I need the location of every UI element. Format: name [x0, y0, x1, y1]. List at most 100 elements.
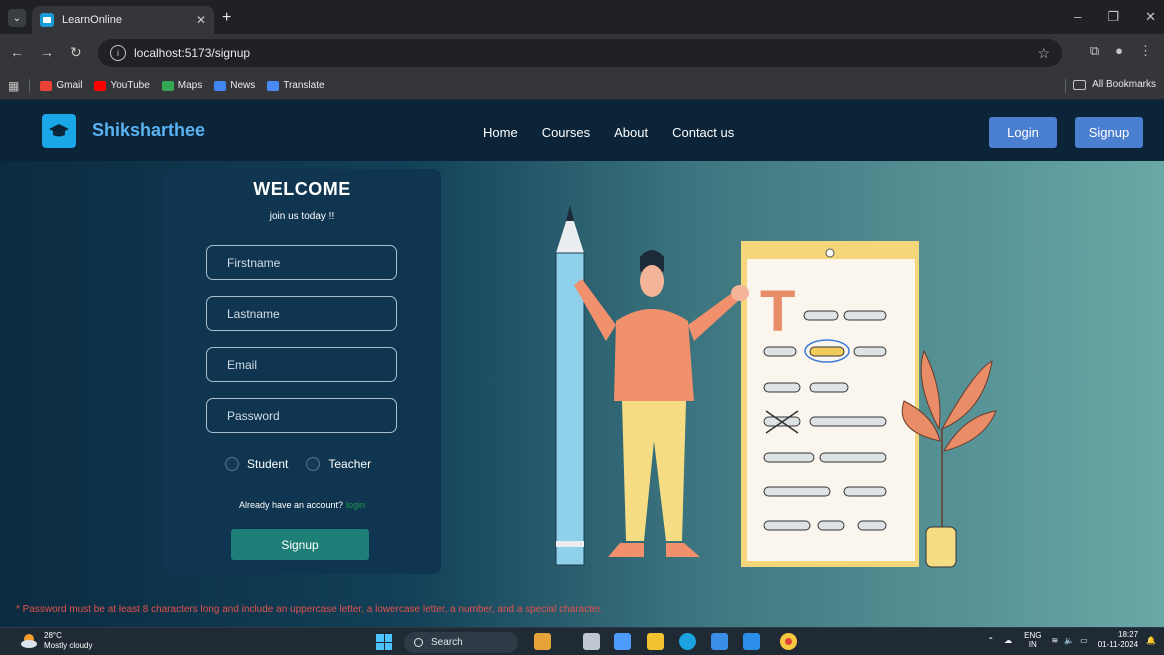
translate-icon	[267, 80, 280, 91]
new-tab-icon[interactable]: +	[222, 9, 231, 27]
menu-icon[interactable]: ⋮	[1139, 43, 1152, 59]
person-pants	[622, 401, 686, 541]
student-label[interactable]: Student	[247, 457, 288, 471]
minimize-icon[interactable]: –	[1074, 9, 1081, 25]
board-line	[809, 416, 887, 427]
bookmark-translate[interactable]: Translate	[267, 80, 325, 91]
vscode-icon[interactable]	[743, 633, 760, 650]
email-field[interactable]	[206, 347, 397, 382]
divider	[1065, 79, 1066, 93]
role-selector: Student Teacher	[225, 457, 389, 471]
extensions-icon[interactable]: ⧉	[1090, 43, 1099, 59]
board-line	[763, 486, 831, 497]
youtube-icon	[94, 80, 107, 91]
site-info-icon[interactable]: i	[110, 45, 126, 61]
folder-icon	[1073, 79, 1087, 90]
signup-page: Shiksharthee Home Courses About Contact …	[0, 101, 1164, 627]
teacher-label[interactable]: Teacher	[328, 457, 371, 471]
bookmark-star-icon[interactable]: ☆	[1037, 45, 1050, 62]
firstname-field[interactable]	[206, 245, 397, 280]
edge-icon[interactable]	[679, 633, 696, 650]
lastname-field[interactable]	[206, 296, 397, 331]
weather-widget[interactable]: 28°C Mostly cloudy	[20, 631, 92, 651]
store-icon[interactable]	[711, 633, 728, 650]
bookmarks-bar: ▦ Gmail YouTube Maps News Translate All …	[0, 72, 1164, 100]
nav-about[interactable]: About	[614, 125, 648, 140]
wifi-icon[interactable]: ≋	[1051, 636, 1058, 645]
task-view-icon[interactable]	[583, 633, 600, 650]
site-navbar: Shiksharthee Home Courses About Contact …	[0, 101, 1164, 161]
board-line	[763, 520, 811, 531]
bookmark-maps[interactable]: Maps	[161, 80, 202, 91]
pencil-lead	[566, 205, 574, 221]
login-link[interactable]: login	[346, 500, 365, 510]
file-explorer-icon[interactable]	[647, 633, 664, 650]
copilot-icon[interactable]	[614, 633, 631, 650]
taskbar-search[interactable]: Search	[404, 632, 518, 653]
browser-tab[interactable]: LearnOnline ✕	[32, 6, 214, 34]
clock[interactable]: 18:27 01-11-2024	[1098, 630, 1138, 650]
board-line	[843, 310, 887, 321]
volume-icon[interactable]: 🔈	[1064, 636, 1074, 645]
board-line-highlight	[809, 346, 845, 357]
widgets-app-icon[interactable]	[534, 633, 551, 650]
already-account-text: Already have an account? login	[238, 500, 366, 510]
notification-bell-icon[interactable]: 🔔	[1146, 636, 1156, 645]
tab-search-menu-icon[interactable]: ⌄	[8, 9, 26, 27]
teacher-radio[interactable]	[306, 457, 321, 471]
bookmark-news[interactable]: News	[214, 80, 255, 91]
board-line	[857, 520, 887, 531]
board-letter-t: T	[760, 279, 795, 344]
gmail-icon	[40, 80, 53, 91]
nav-links: Home Courses About Contact us	[483, 125, 734, 140]
plant-pot	[925, 526, 957, 568]
signup-submit-button[interactable]: Signup	[231, 529, 369, 560]
site-favicon-icon	[40, 13, 54, 27]
person-right-arm	[688, 293, 738, 341]
signup-nav-button[interactable]: Signup	[1075, 117, 1143, 148]
login-button[interactable]: Login	[989, 117, 1057, 148]
nav-contact[interactable]: Contact us	[672, 125, 734, 140]
apps-grid-icon[interactable]: ▦	[8, 79, 19, 93]
window-controls: – ❐ ✕	[1074, 9, 1156, 25]
windows-taskbar: 28°C Mostly cloudy Search ⌃ ☁ ENG IN ≋ 🔈…	[0, 627, 1164, 655]
board-line	[819, 452, 887, 463]
bookmark-gmail[interactable]: Gmail	[40, 80, 82, 91]
chevron-up-icon[interactable]: ⌃	[987, 636, 994, 645]
close-window-icon[interactable]: ✕	[1145, 9, 1156, 25]
restore-icon[interactable]: ❐	[1107, 9, 1119, 25]
brand-name[interactable]: Shiksharthee	[92, 120, 205, 141]
forward-icon[interactable]: →	[40, 44, 54, 60]
student-radio[interactable]	[225, 457, 239, 471]
board-line	[763, 452, 815, 463]
all-bookmarks-button[interactable]: All Bookmarks	[1073, 79, 1156, 90]
graduation-cap-logo-icon[interactable]	[42, 114, 76, 148]
cloudy-weather-icon	[20, 633, 38, 649]
url-input[interactable]: i localhost:5173/signup ☆	[98, 39, 1062, 67]
chrome-icon[interactable]	[780, 633, 797, 650]
onedrive-icon[interactable]: ☁	[1004, 636, 1012, 645]
battery-icon[interactable]: ▭	[1080, 636, 1088, 645]
board-line	[853, 346, 887, 357]
password-requirements-note: * Password must be at least 8 characters…	[16, 604, 604, 615]
password-field[interactable]	[206, 398, 397, 433]
language-indicator[interactable]: ENG IN	[1024, 631, 1041, 649]
signup-illustration: T	[555, 205, 997, 568]
person-head	[640, 265, 664, 297]
divider	[29, 78, 31, 93]
nav-home[interactable]: Home	[483, 125, 518, 140]
system-tray: ⌃ ☁ ENG IN ≋ 🔈 ▭ 18:27 01-11-2024 🔔	[987, 630, 1156, 650]
windows-start-icon[interactable]	[376, 634, 392, 650]
pencil-body	[555, 252, 585, 566]
bookmark-youtube[interactable]: YouTube	[94, 80, 150, 91]
person-hoodie	[614, 309, 694, 401]
board-line	[809, 382, 849, 393]
news-icon	[214, 80, 227, 91]
reload-icon[interactable]: ↻	[70, 44, 82, 61]
person-left-shoe	[608, 543, 644, 557]
nav-courses[interactable]: Courses	[542, 125, 590, 140]
close-tab-icon[interactable]: ✕	[196, 13, 206, 27]
back-icon[interactable]: ←	[10, 44, 24, 60]
profile-icon[interactable]: ●	[1115, 43, 1123, 59]
form-title: WELCOME	[253, 179, 351, 199]
